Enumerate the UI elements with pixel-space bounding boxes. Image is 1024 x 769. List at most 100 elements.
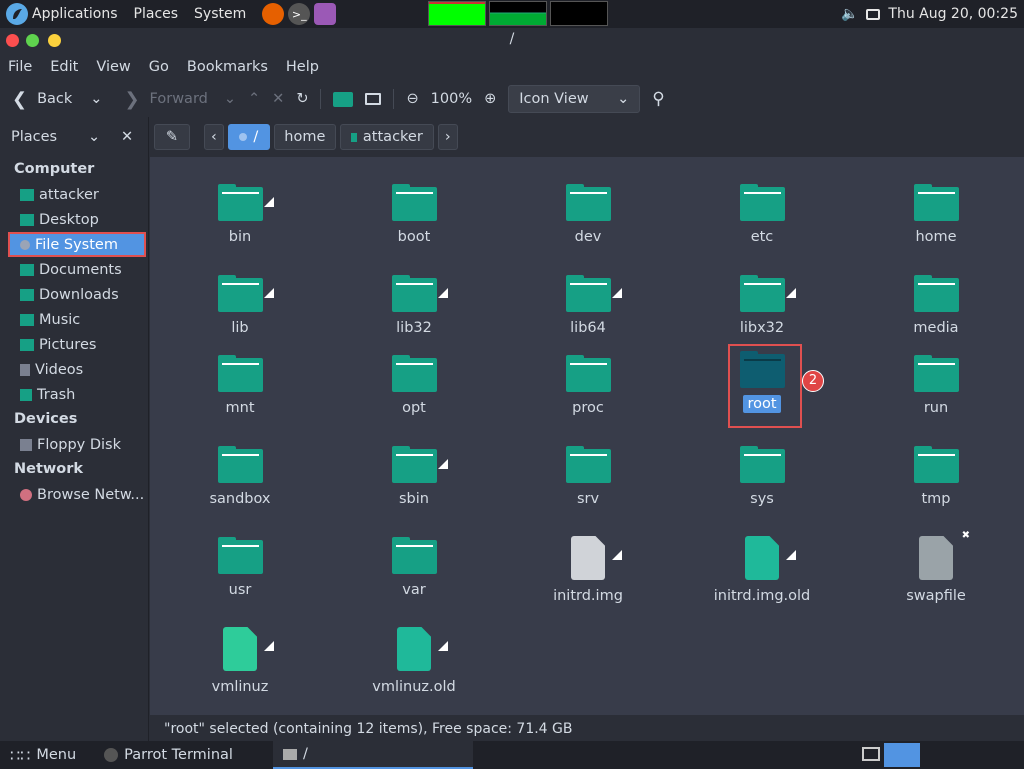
menu-file[interactable]: File xyxy=(8,59,32,75)
file-item-boot[interactable]: boot xyxy=(344,183,484,246)
sidebar-item-trash[interactable]: Trash xyxy=(0,382,148,407)
sidebar-section-devices: Devices xyxy=(14,411,78,427)
workspace-indicator[interactable] xyxy=(884,743,920,767)
system-menu[interactable]: System xyxy=(194,6,246,22)
sidebar-item-file-system[interactable]: File System xyxy=(8,232,146,257)
hard-disk-icon xyxy=(20,239,30,250)
text-editor-icon[interactable] xyxy=(314,3,337,25)
file-item-sandbox[interactable]: sandbox xyxy=(170,445,310,508)
path-segment-home[interactable]: home xyxy=(273,124,336,150)
folder-icon xyxy=(565,275,611,312)
workspace-switcher-icon[interactable] xyxy=(862,747,880,761)
parrot-logo-icon[interactable] xyxy=(6,3,28,25)
file-item-var[interactable]: var xyxy=(344,536,484,599)
firefox-icon[interactable] xyxy=(262,3,285,25)
music-folder-icon xyxy=(20,313,34,326)
clock[interactable]: Thu Aug 20, 00:25 xyxy=(888,6,1018,22)
folder-icon xyxy=(739,275,785,312)
folder-icon xyxy=(739,446,785,483)
file-item-srv[interactable]: srv xyxy=(518,445,658,508)
sidebar-item-floppy-disk[interactable]: Floppy Disk xyxy=(0,432,148,457)
file-item-initrd-img[interactable]: initrd.img xyxy=(518,536,658,605)
places-menu[interactable]: Places xyxy=(134,6,179,22)
volume-icon[interactable]: 🔈 xyxy=(841,6,858,22)
sidebar-item-attacker[interactable]: attacker xyxy=(0,182,148,207)
file-item-sys[interactable]: sys xyxy=(692,445,832,508)
file-name-label: lib xyxy=(231,320,249,336)
file-item-proc[interactable]: proc xyxy=(518,354,658,417)
back-history-dropdown[interactable]: ⌄ xyxy=(84,84,108,114)
path-segment-root[interactable]: / xyxy=(227,124,270,150)
zoom-out-button[interactable]: ⊖ xyxy=(400,84,424,114)
file-item-run[interactable]: run xyxy=(866,354,1006,417)
bottom-taskbar: ∷∷ Menu Parrot Terminal / xyxy=(0,741,1024,769)
sidebar-item-documents[interactable]: Documents xyxy=(0,257,148,282)
sidebar-header: Places ⌄ ✕ xyxy=(0,117,148,157)
menu-help[interactable]: Help xyxy=(286,59,319,75)
computer-button[interactable] xyxy=(359,84,387,114)
menu-edit[interactable]: Edit xyxy=(50,59,78,75)
back-button[interactable]: ❮ Back xyxy=(0,84,78,114)
close-sidebar-button[interactable]: ✕ xyxy=(121,129,133,145)
path-scroll-right-button[interactable]: › xyxy=(437,124,458,150)
forward-history-dropdown[interactable]: ⌄ xyxy=(218,84,242,114)
up-button[interactable]: ⌃ xyxy=(242,84,266,114)
symlink-emblem-icon xyxy=(264,288,274,298)
sidebar-item-desktop[interactable]: Desktop xyxy=(0,207,148,232)
toggle-location-button[interactable]: ✎ xyxy=(154,124,190,150)
file-item-libx32[interactable]: libx32 xyxy=(692,274,832,337)
path-scroll-left-button[interactable]: ‹ xyxy=(204,124,224,150)
chevron-down-icon[interactable]: ⌄ xyxy=(88,129,100,145)
menu-button[interactable]: ∷∷ Menu xyxy=(0,741,86,769)
search-button[interactable]: ⚲ xyxy=(646,84,670,114)
close-icon: ✕ xyxy=(272,91,285,107)
path-bar: ✎ ‹ / home attacker › xyxy=(150,117,1024,157)
sidebar-item-music[interactable]: Music xyxy=(0,307,148,332)
stop-button[interactable]: ✕ xyxy=(266,84,290,114)
forward-button[interactable]: ❯ Forward xyxy=(118,84,213,114)
file-item-initrd-img-old[interactable]: initrd.img.old xyxy=(692,536,832,605)
file-item-bin[interactable]: bin xyxy=(170,183,310,246)
file-item-media[interactable]: media xyxy=(866,274,1006,337)
sidebar-item-videos[interactable]: Videos xyxy=(0,357,148,382)
terminal-icon[interactable]: >_ xyxy=(288,3,311,25)
menu-view[interactable]: View xyxy=(96,59,130,75)
file-item-opt[interactable]: opt xyxy=(344,354,484,417)
file-name-label: tmp xyxy=(921,491,951,507)
sidebar-title[interactable]: Places xyxy=(11,129,57,145)
file-item-usr[interactable]: usr xyxy=(170,536,310,599)
file-item-tmp[interactable]: tmp xyxy=(866,445,1006,508)
view-mode-select[interactable]: Icon View ⌄ xyxy=(508,85,641,113)
file-name-label: libx32 xyxy=(739,320,785,336)
sidebar-item-pictures[interactable]: Pictures xyxy=(0,332,148,357)
applications-menu[interactable]: Applications xyxy=(32,6,118,22)
file-item-home[interactable]: home xyxy=(866,183,1006,246)
reload-button[interactable]: ↻ xyxy=(290,84,314,114)
folder-icon xyxy=(217,275,263,312)
file-item-vmlinuz[interactable]: vmlinuz xyxy=(170,627,310,696)
file-name-label: bin xyxy=(228,229,252,245)
task-file-manager[interactable]: / xyxy=(272,741,473,769)
file-icon-view[interactable]: bin boot dev etc home lib lib32 lib64 libx32 medi… xyxy=(150,157,1024,715)
file-item-lib[interactable]: lib xyxy=(170,274,310,337)
file-item-lib64[interactable]: lib64 xyxy=(518,274,658,337)
home-button[interactable] xyxy=(327,84,359,114)
folder-icon xyxy=(913,446,959,483)
sidebar-item-browse-network[interactable]: Browse Netw... xyxy=(0,482,148,507)
menu-go[interactable]: Go xyxy=(149,59,169,75)
zoom-in-button[interactable]: ⊕ xyxy=(478,84,502,114)
sidebar-item-downloads[interactable]: Downloads xyxy=(0,282,148,307)
file-item-lib32[interactable]: lib32 xyxy=(344,274,484,337)
symlink-emblem-icon xyxy=(438,459,448,469)
file-item-etc[interactable]: etc xyxy=(692,183,832,246)
path-segment-attacker[interactable]: attacker xyxy=(339,124,434,150)
menu-bookmarks[interactable]: Bookmarks xyxy=(187,59,268,75)
display-icon[interactable] xyxy=(866,8,881,20)
file-item-swapfile[interactable]: ✖ swapfile xyxy=(866,530,1006,605)
file-item-sbin[interactable]: sbin xyxy=(344,445,484,508)
file-item-vmlinuz-old[interactable]: vmlinuz.old xyxy=(344,627,484,696)
sidebar: Places ⌄ ✕ Computer attacker Desktop Fil… xyxy=(0,117,172,743)
file-item-dev[interactable]: dev xyxy=(518,183,658,246)
task-parrot-terminal[interactable]: Parrot Terminal xyxy=(94,741,243,769)
file-item-mnt[interactable]: mnt xyxy=(170,354,310,417)
